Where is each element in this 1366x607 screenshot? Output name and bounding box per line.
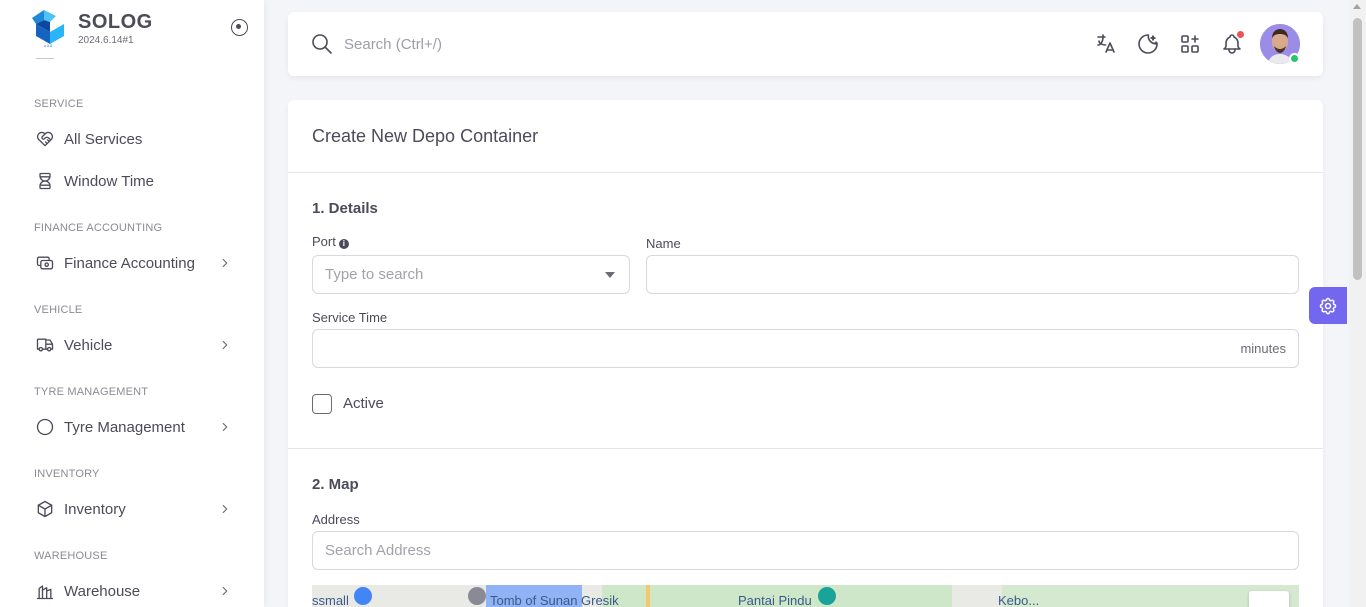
minutes-suffix: minutes <box>1240 341 1286 356</box>
map-label: Tomb of Sunan Gresik <box>490 593 619 607</box>
shopping-pin-icon[interactable] <box>354 587 372 605</box>
port-label-text: Port <box>312 234 336 249</box>
map-road <box>646 585 650 607</box>
fullscreen-button[interactable] <box>1249 591 1289 607</box>
address-label: Address <box>312 512 360 527</box>
truck-icon <box>34 334 56 356</box>
search-icon[interactable] <box>310 32 334 56</box>
moon-icon[interactable] <box>1136 32 1160 56</box>
info-icon[interactable]: i <box>338 239 349 249</box>
sidebar-item-label: Vehicle <box>64 336 113 354</box>
section-label-inventory: INVENTORY <box>34 468 100 480</box>
heart-handshake-icon <box>34 128 56 150</box>
service-time-input[interactable] <box>313 330 1298 367</box>
search-input[interactable] <box>344 30 744 58</box>
sidebar-item-label: All Services <box>64 130 143 148</box>
online-status-badge <box>1289 53 1300 64</box>
circle-icon <box>34 416 56 438</box>
service-time-field[interactable]: minutes <box>312 329 1299 368</box>
scroll-up-arrow-icon[interactable] <box>1353 4 1361 9</box>
faded-divider <box>36 58 54 64</box>
active-label[interactable]: Active <box>343 395 384 412</box>
name-field[interactable] <box>646 255 1299 294</box>
create-depo-container-card: Create New Depo Container 1. Details Por… <box>288 100 1323 607</box>
top-navbar <box>288 12 1323 76</box>
landmark-pin-icon[interactable] <box>468 587 486 605</box>
sidebar-item-all-services[interactable]: All Services <box>0 118 264 160</box>
scroll-thumb[interactable] <box>1353 18 1362 280</box>
sidebar-item-label: Inventory <box>64 500 126 518</box>
logo-caption: v.3.0 <box>44 43 53 48</box>
name-label: Name <box>646 236 681 251</box>
sidebar-item-tyre-management[interactable]: Tyre Management <box>0 406 264 448</box>
section-label-vehicle: VEHICLE <box>34 304 83 316</box>
chevron-right-icon <box>222 504 228 514</box>
sidebar-menu: SERVICE All Services Window Time FINANCE… <box>0 88 264 607</box>
sidebar-toggle-icon[interactable] <box>231 19 248 36</box>
port-search-input[interactable] <box>313 256 629 293</box>
solog-logo[interactable]: v.3.0 <box>28 8 68 48</box>
sidebar: v.3.0 SOLOG 2024.6.14#1 SERVICE All Serv… <box>0 0 264 607</box>
address-field[interactable] <box>312 531 1299 570</box>
notification-dot <box>1237 31 1244 38</box>
box-icon <box>34 498 56 520</box>
map-label: Pantai Pindu <box>738 593 812 607</box>
brand-version: 2024.6.14#1 <box>78 35 134 46</box>
brand-name: SOLOG <box>78 11 153 33</box>
building-warehouse-icon <box>34 580 56 602</box>
chevron-right-icon <box>222 340 228 350</box>
map-label: ssmall <box>312 593 349 607</box>
chevron-right-icon <box>222 258 228 268</box>
section-title-map: 2. Map <box>312 476 359 493</box>
section-label-service: SERVICE <box>34 98 84 110</box>
page-title: Create New Depo Container <box>312 126 539 146</box>
apps-icon[interactable] <box>1178 32 1202 56</box>
service-time-label: Service Time <box>312 310 388 325</box>
camera-pin-icon[interactable] <box>818 587 836 605</box>
section-title-details: 1. Details <box>312 200 378 217</box>
hourglass-icon <box>34 170 56 192</box>
section-label-warehouse: WAREHOUSE <box>34 550 108 562</box>
sidebar-item-inventory[interactable]: Inventory <box>0 488 264 530</box>
page-scrollbar[interactable] <box>1349 0 1366 607</box>
address-search-input[interactable] <box>313 532 1298 569</box>
language-icon[interactable] <box>1094 32 1118 56</box>
cash-register-icon <box>34 252 56 274</box>
active-checkbox[interactable] <box>312 394 332 414</box>
gear-icon <box>1319 297 1337 314</box>
section-label-tyre: TYRE MANAGEMENT <box>34 386 149 398</box>
sidebar-item-label: Finance Accounting <box>64 254 195 272</box>
port-select[interactable] <box>312 255 630 294</box>
sidebar-item-label: Warehouse <box>64 582 141 600</box>
map-view[interactable]: ssmall Tomb of Sunan Gresik Pantai Pindu… <box>312 585 1299 607</box>
sidebar-item-window-time[interactable]: Window Time <box>0 160 264 202</box>
caret-down-icon[interactable] <box>605 272 615 278</box>
divider <box>288 448 1323 449</box>
name-input[interactable] <box>647 256 1298 293</box>
section-label-finance: FINANCE ACCOUNTING <box>34 222 163 234</box>
port-label: Port i <box>312 234 349 249</box>
divider <box>288 172 1323 173</box>
sidebar-item-finance-accounting[interactable]: Finance Accounting <box>0 242 264 284</box>
sidebar-item-label: Tyre Management <box>64 418 185 436</box>
sidebar-item-warehouse[interactable]: Warehouse <box>0 570 264 607</box>
sidebar-item-label: Window Time <box>64 172 155 190</box>
brand: v.3.0 SOLOG 2024.6.14#1 <box>28 8 258 52</box>
map-label: Kebo... <box>998 593 1040 607</box>
chevron-right-icon <box>222 586 228 596</box>
chevron-right-icon <box>222 422 228 432</box>
theme-settings-button[interactable] <box>1309 287 1347 324</box>
sidebar-item-vehicle[interactable]: Vehicle <box>0 324 264 366</box>
